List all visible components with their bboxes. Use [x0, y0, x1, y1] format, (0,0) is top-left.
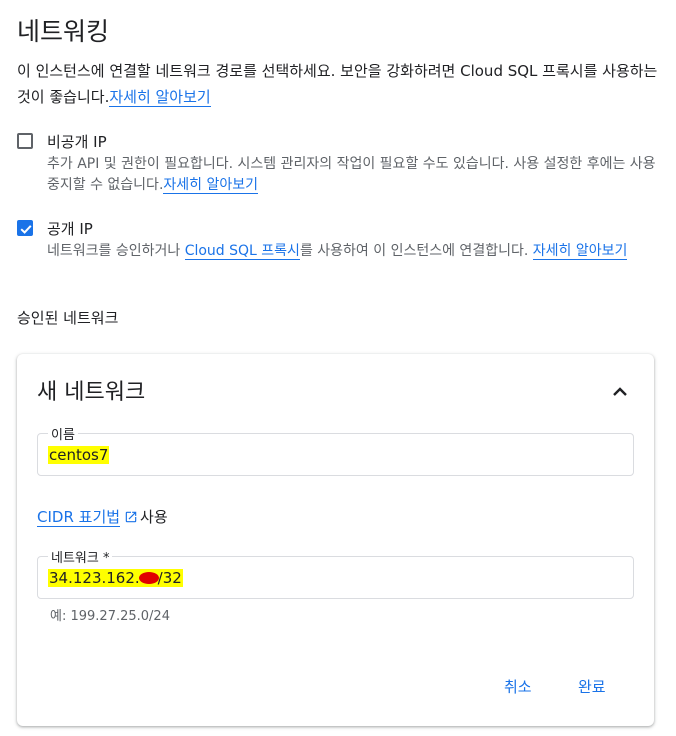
- public-ip-checkbox[interactable]: [17, 220, 33, 236]
- private-ip-label: 비공개 IP: [47, 133, 107, 151]
- public-ip-label: 공개 IP: [47, 220, 93, 238]
- private-ip-checkbox[interactable]: [17, 133, 33, 149]
- page-title: 네트워킹: [17, 17, 110, 46]
- cloud-sql-proxy-link[interactable]: Cloud SQL 프록시: [184, 243, 300, 260]
- cidr-notation-link[interactable]: CIDR 표기법: [37, 508, 121, 527]
- public-ip-description-text-1: 네트워크를 승인하거나: [47, 243, 185, 259]
- learn-more-link[interactable]: 자세히 알아보기: [109, 88, 211, 107]
- network-cidr-field[interactable]: 네트워크 * 34.123.162. /32: [37, 547, 634, 599]
- cidr-suffix: 사용: [140, 508, 168, 526]
- public-ip-description: 네트워크를 승인하거나 Cloud SQL 프록시를 사용하여 이 인스턴스에 …: [47, 241, 662, 262]
- new-network-card: 새 네트워크 이름 centos7 CIDR 표기법 사용 네트워크 * 34.…: [17, 354, 654, 726]
- collapse-button[interactable]: [608, 380, 632, 404]
- cidr-notation-label: CIDR 표기법: [37, 508, 121, 526]
- private-ip-learn-more-link[interactable]: 자세히 알아보기: [163, 177, 259, 194]
- redaction-mark: [138, 572, 159, 584]
- network-cidr-prefix: 34.123.162.: [49, 569, 140, 587]
- open-in-new-icon: [125, 511, 137, 523]
- network-name-field[interactable]: 이름 centos7: [37, 424, 634, 476]
- network-cidr-value: 34.123.162. /32: [48, 569, 183, 587]
- private-ip-description-text: 추가 API 및 권한이 필요합니다. 시스템 관리자의 작업이 필요할 수도 …: [47, 156, 656, 193]
- cancel-button[interactable]: 취소: [504, 676, 532, 697]
- new-network-title: 새 네트워크: [37, 380, 146, 405]
- done-button[interactable]: 완료: [578, 676, 606, 697]
- network-cidr-suffix: /32: [157, 569, 182, 587]
- check-icon: [20, 225, 32, 234]
- network-cidr-label: 네트워크 *: [48, 547, 113, 566]
- network-name-value: centos7: [48, 446, 110, 464]
- public-ip-learn-more-link[interactable]: 자세히 알아보기: [532, 243, 628, 260]
- public-ip-description-text-2: 를 사용하여 이 인스턴스에 연결합니다.: [299, 243, 533, 259]
- network-name-label: 이름: [48, 424, 78, 443]
- authorized-networks-label: 승인된 네트워크: [17, 309, 119, 327]
- chevron-up-icon: [613, 387, 627, 396]
- page-description: 이 인스턴스에 연결할 네트워크 경로를 선택하세요. 보안을 강화하려면 Cl…: [17, 58, 662, 110]
- network-cidr-hint: 예: 199.27.25.0/24: [50, 609, 170, 624]
- private-ip-description: 추가 API 및 권한이 필요합니다. 시스템 관리자의 작업이 필요할 수도 …: [47, 154, 662, 196]
- cidr-row: CIDR 표기법 사용: [37, 506, 168, 527]
